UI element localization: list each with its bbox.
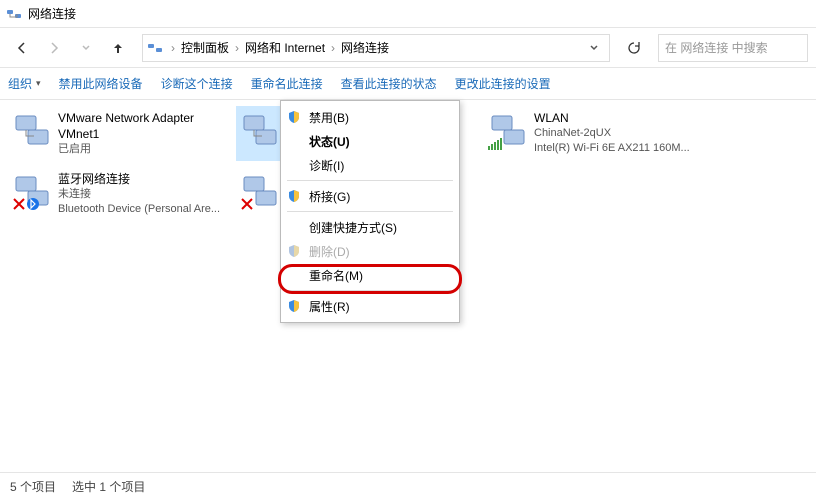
window-title: 网络连接 xyxy=(28,5,76,22)
ctx-diagnose-label: 诊断(I) xyxy=(309,157,344,174)
wlan-adapter-icon xyxy=(488,110,528,150)
chevron-right-icon: › xyxy=(233,41,241,55)
separator xyxy=(287,211,453,212)
ctx-disable-label: 禁用(B) xyxy=(309,109,349,126)
search-placeholder: 在 网络连接 中搜索 xyxy=(665,39,768,56)
network-connections-icon xyxy=(6,6,22,22)
up-button[interactable] xyxy=(104,34,132,62)
ctx-delete: 删除(D) xyxy=(281,239,459,263)
item-count: 5 个项目 xyxy=(10,478,56,495)
shield-icon xyxy=(287,110,301,124)
breadcrumb-control-panel[interactable]: 控制面板 xyxy=(179,39,231,56)
adapter-status: 未连接 xyxy=(58,187,220,202)
network-adapter-icon xyxy=(240,110,280,150)
chevron-right-icon: › xyxy=(169,41,177,55)
adapter-status: 已启用 xyxy=(58,142,224,157)
view-status-button[interactable]: 查看此连接的状态 xyxy=(341,75,437,92)
ctx-bridge-label: 桥接(G) xyxy=(309,188,350,205)
selected-count: 选中 1 个项目 xyxy=(72,478,145,495)
content-area: VMware Network Adapter VMnet1 已启用 WLAN C… xyxy=(0,100,816,470)
change-settings-button[interactable]: 更改此连接的设置 xyxy=(455,75,551,92)
back-button[interactable] xyxy=(8,34,36,62)
forward-button[interactable] xyxy=(40,34,68,62)
breadcrumb-network-connections[interactable]: 网络连接 xyxy=(339,39,391,56)
network-connections-icon xyxy=(147,40,163,56)
breadcrumb-dropdown[interactable] xyxy=(583,37,605,59)
context-menu: 禁用(B) 状态(U) 诊断(I) 桥接(G) 创建快捷方式(S) 删除(D) … xyxy=(280,100,460,323)
adapter-item-vmnet1[interactable]: VMware Network Adapter VMnet1 已启用 xyxy=(8,106,228,161)
organize-label: 组织 xyxy=(8,75,32,92)
adapter-item-wlan[interactable]: WLAN ChinaNet-2qUX Intel(R) Wi-Fi 6E AX2… xyxy=(484,106,704,161)
recent-dropdown[interactable] xyxy=(72,34,100,62)
network-adapter-icon xyxy=(240,171,280,211)
status-bar: 5 个项目 选中 1 个项目 xyxy=(0,472,816,500)
adapter-device: Intel(R) Wi-Fi 6E AX211 160M... xyxy=(534,141,690,156)
organize-menu[interactable]: 组织 ▾ xyxy=(8,75,41,92)
ctx-properties[interactable]: 属性(R) xyxy=(281,294,459,318)
search-input[interactable]: 在 网络连接 中搜索 xyxy=(658,34,808,62)
chevron-down-icon: ▾ xyxy=(36,78,41,89)
title-bar: 网络连接 xyxy=(0,0,816,28)
network-adapter-icon xyxy=(12,110,52,150)
ctx-shortcut[interactable]: 创建快捷方式(S) xyxy=(281,215,459,239)
adapter-item-bluetooth[interactable]: 蓝牙网络连接 未连接 Bluetooth Device (Personal Ar… xyxy=(8,167,228,221)
rename-connection-button[interactable]: 重命名此连接 xyxy=(251,75,323,92)
refresh-button[interactable] xyxy=(620,34,648,62)
chevron-right-icon: › xyxy=(329,41,337,55)
separator xyxy=(287,180,453,181)
separator xyxy=(287,290,453,291)
ctx-delete-label: 删除(D) xyxy=(309,243,350,260)
ctx-bridge[interactable]: 桥接(G) xyxy=(281,184,459,208)
toolbar: 组织 ▾ 禁用此网络设备 诊断这个连接 重命名此连接 查看此连接的状态 更改此连接… xyxy=(0,68,816,100)
shield-icon xyxy=(287,244,301,258)
bluetooth-adapter-icon xyxy=(12,171,52,211)
ctx-status[interactable]: 状态(U) xyxy=(281,129,459,153)
adapter-device: Bluetooth Device (Personal Are... xyxy=(58,202,220,217)
adapter-title: VMware Network Adapter VMnet1 xyxy=(58,110,224,142)
shield-icon xyxy=(287,189,301,203)
adapter-title: 蓝牙网络连接 xyxy=(58,171,220,187)
ctx-disable[interactable]: 禁用(B) xyxy=(281,105,459,129)
adapter-network: ChinaNet-2qUX xyxy=(534,126,690,141)
disable-device-button[interactable]: 禁用此网络设备 xyxy=(59,75,143,92)
ctx-rename-label: 重命名(M) xyxy=(309,267,363,284)
diagnose-connection-button[interactable]: 诊断这个连接 xyxy=(161,75,233,92)
wifi-signal-icon xyxy=(488,138,502,150)
shield-icon xyxy=(287,299,301,313)
ctx-diagnose[interactable]: 诊断(I) xyxy=(281,153,459,177)
breadcrumb[interactable]: › 控制面板 › 网络和 Internet › 网络连接 xyxy=(142,34,610,62)
nav-bar: › 控制面板 › 网络和 Internet › 网络连接 在 网络连接 中搜索 xyxy=(0,28,816,68)
ctx-status-label: 状态(U) xyxy=(309,133,350,150)
breadcrumb-network-internet[interactable]: 网络和 Internet xyxy=(243,39,327,56)
adapter-title: WLAN xyxy=(534,110,690,126)
ctx-properties-label: 属性(R) xyxy=(309,298,350,315)
ctx-shortcut-label: 创建快捷方式(S) xyxy=(309,219,397,236)
ctx-rename[interactable]: 重命名(M) xyxy=(281,263,459,287)
